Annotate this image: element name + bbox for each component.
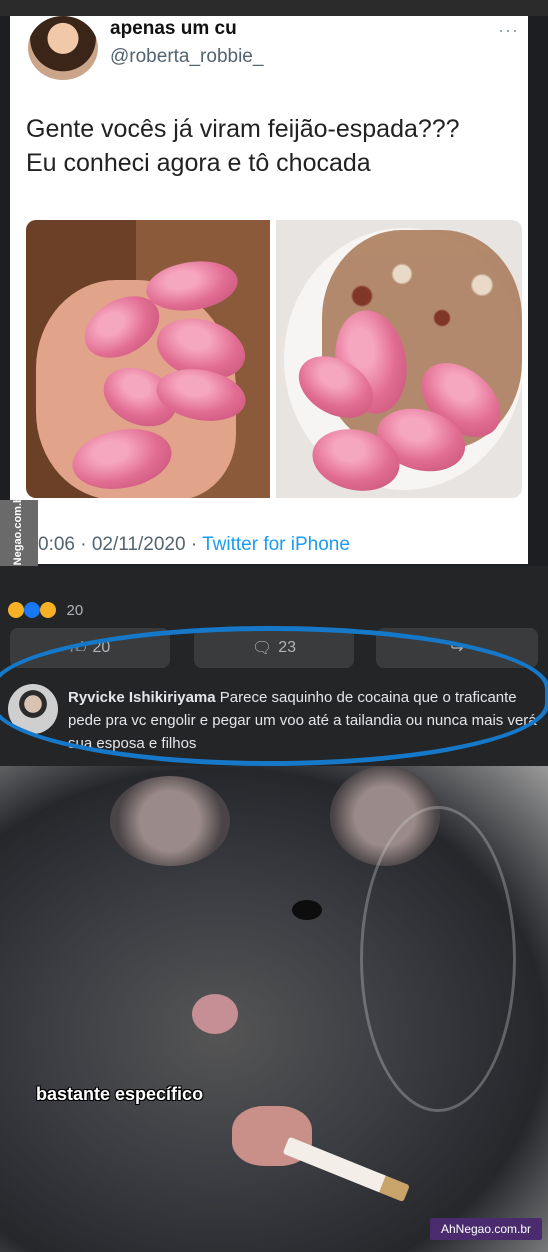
- smoke: [360, 806, 516, 1112]
- tweet-photo-plate-beans[interactable]: [276, 220, 522, 498]
- tweet-text-line2: Eu conheci agora e tô chocada: [26, 149, 371, 177]
- like-reaction-icon: [24, 602, 41, 618]
- tweet-photo-hand-beans[interactable]: [26, 220, 270, 498]
- watermark-bottom: AhNegao.com.br: [430, 1218, 542, 1240]
- tweet-metadata: 0:06 · 02/11/2020 · Twitter for iPhone: [38, 534, 350, 556]
- reaction-count: 20: [66, 602, 84, 619]
- tweet-text-line1: Gente vocês já viram feijão-espada???: [26, 115, 460, 143]
- haha-reaction-icon: [8, 602, 24, 618]
- avatar[interactable]: [28, 16, 98, 80]
- tweet-client-link[interactable]: Twitter for iPhone: [202, 534, 350, 555]
- cigarette: [282, 1136, 410, 1203]
- highlight-circle: [0, 626, 548, 766]
- tweet-time: 0:06 · 02/11/2020 ·: [38, 534, 203, 555]
- rat-nose: [192, 994, 238, 1034]
- tweet-card: apenas um cu @roberta_robbie_ ··· Gente …: [10, 16, 528, 564]
- rat-meme-image: bastante específico AhNegao.com.br: [0, 766, 548, 1252]
- meme-caption: bastante específico: [36, 1084, 204, 1104]
- wow-reaction-icon: [40, 602, 57, 618]
- facebook-post-footer: 20 👍︎ 20 🗨︎ 23 ↪ Ryvicke Ishikiriyama Pa…: [0, 566, 548, 766]
- rat-eye: [292, 900, 322, 920]
- more-icon[interactable]: ···: [498, 20, 519, 41]
- tweet-author-name[interactable]: apenas um cu: [110, 18, 237, 40]
- tweet-author-handle[interactable]: @roberta_robbie_: [110, 46, 263, 68]
- top-strip: [0, 0, 548, 16]
- tweet-text: Gente vocês já viram feijão-espada??? Eu…: [26, 112, 526, 180]
- reactions-summary[interactable]: 20: [8, 602, 83, 619]
- rat-ear-left: [110, 776, 230, 866]
